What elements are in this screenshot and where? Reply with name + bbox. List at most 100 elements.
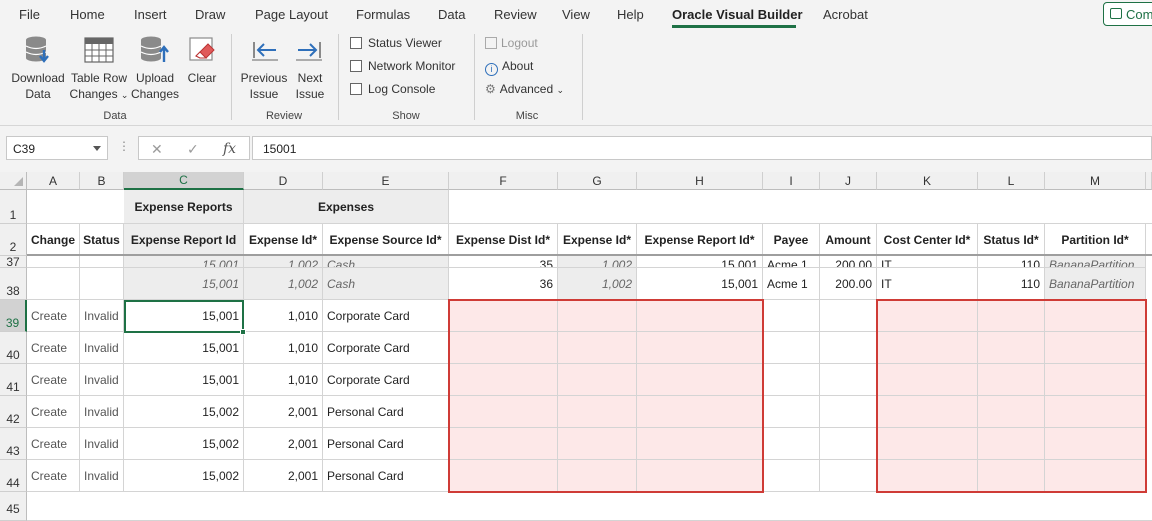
cell[interactable]: [978, 364, 1045, 396]
row-header[interactable]: 45: [0, 492, 27, 521]
header-status-id[interactable]: Status Id*: [978, 224, 1045, 256]
next-issue-button[interactable]: Next Issue: [290, 34, 330, 102]
cell-status[interactable]: Invalid: [80, 428, 124, 460]
cell[interactable]: 15,001: [637, 256, 763, 268]
cell-change[interactable]: Create: [27, 300, 80, 332]
cell[interactable]: [80, 256, 124, 268]
row-header[interactable]: 1: [0, 190, 27, 224]
column-header[interactable]: C: [124, 172, 244, 190]
cell-status[interactable]: Invalid: [80, 332, 124, 364]
cell[interactable]: [763, 300, 820, 332]
cell[interactable]: [558, 396, 637, 428]
cell-status[interactable]: Invalid: [80, 300, 124, 332]
cell[interactable]: [1146, 224, 1152, 256]
cell-source[interactable]: Personal Card: [323, 428, 449, 460]
about-button[interactable]: i About: [485, 59, 533, 76]
cell[interactable]: Acme 1: [763, 256, 820, 268]
menu-view[interactable]: View: [562, 7, 590, 22]
cell-change[interactable]: Create: [27, 332, 80, 364]
cell[interactable]: [877, 300, 978, 332]
cell-expense-id[interactable]: 1,010: [244, 364, 323, 396]
cell-source[interactable]: Corporate Card: [323, 300, 449, 332]
header-expense-report-id[interactable]: Expense Report Id: [124, 224, 244, 256]
table-row-changes-button[interactable]: Table Row Changes ⌄: [68, 34, 130, 103]
cell[interactable]: BananaPartition: [1045, 268, 1146, 300]
cell[interactable]: [820, 300, 877, 332]
cell[interactable]: [449, 300, 558, 332]
cell[interactable]: [877, 460, 978, 492]
cell[interactable]: Cash: [323, 268, 449, 300]
cell-status[interactable]: Invalid: [80, 460, 124, 492]
cell-source[interactable]: Personal Card: [323, 460, 449, 492]
cell[interactable]: [1045, 396, 1146, 428]
cell[interactable]: [449, 364, 558, 396]
cell-report-id[interactable]: 15,002: [124, 428, 244, 460]
column-header[interactable]: F: [449, 172, 558, 190]
cell-expense-id[interactable]: 1,010: [244, 332, 323, 364]
status-viewer-checkbox[interactable]: Status Viewer: [350, 36, 442, 50]
cell-source[interactable]: Personal Card: [323, 396, 449, 428]
cell[interactable]: 36: [449, 268, 558, 300]
group-header-expense-reports[interactable]: Expense Reports: [124, 190, 244, 224]
row-header[interactable]: 38: [0, 268, 27, 300]
header-expense-id[interactable]: Expense Id*: [244, 224, 323, 256]
cell[interactable]: [27, 492, 1152, 521]
menu-file[interactable]: File: [19, 7, 40, 22]
cell[interactable]: [978, 428, 1045, 460]
cell-report-id[interactable]: 15,002: [124, 396, 244, 428]
menu-acrobat[interactable]: Acrobat: [823, 7, 868, 22]
cell-expense-id[interactable]: 2,001: [244, 460, 323, 492]
column-header[interactable]: K: [877, 172, 978, 190]
row-header[interactable]: 40: [0, 332, 27, 364]
comments-button[interactable]: Com: [1103, 2, 1152, 26]
column-header[interactable]: [1146, 172, 1152, 190]
cell[interactable]: [637, 364, 763, 396]
cell[interactable]: [877, 332, 978, 364]
cell[interactable]: [1045, 364, 1146, 396]
logout-button[interactable]: Logout: [485, 36, 538, 50]
menu-formulas[interactable]: Formulas: [356, 7, 410, 22]
row-header[interactable]: 42: [0, 396, 27, 428]
cell-expense-id[interactable]: 2,001: [244, 396, 323, 428]
name-box[interactable]: C39: [6, 136, 108, 160]
group-header-expenses[interactable]: Expenses: [244, 190, 449, 224]
cell[interactable]: [820, 460, 877, 492]
cell[interactable]: IT: [877, 268, 978, 300]
cell[interactable]: [978, 332, 1045, 364]
cell[interactable]: 200.00: [820, 268, 877, 300]
cell[interactable]: [449, 460, 558, 492]
cell-status[interactable]: Invalid: [80, 364, 124, 396]
cell-status[interactable]: Invalid: [80, 396, 124, 428]
cell[interactable]: [763, 396, 820, 428]
cell[interactable]: [637, 460, 763, 492]
cell-change[interactable]: Create: [27, 428, 80, 460]
log-console-checkbox[interactable]: Log Console: [350, 82, 435, 96]
header-partition-id[interactable]: Partition Id*: [1045, 224, 1146, 256]
row-header[interactable]: 37: [0, 256, 27, 268]
cell[interactable]: [820, 332, 877, 364]
enter-icon[interactable]: ✓: [187, 141, 199, 158]
header-expense-id-2[interactable]: Expense Id*: [558, 224, 637, 256]
upload-changes-button[interactable]: Upload Changes: [130, 34, 180, 102]
download-data-button[interactable]: Download Data: [8, 34, 68, 102]
header-status[interactable]: Status: [80, 224, 124, 256]
cell[interactable]: [637, 332, 763, 364]
cell[interactable]: [1045, 428, 1146, 460]
cell[interactable]: [80, 268, 124, 300]
cell-expense-id[interactable]: 1,010: [244, 300, 323, 332]
cell[interactable]: [877, 396, 978, 428]
cell[interactable]: 1,002: [244, 256, 323, 268]
cell[interactable]: 1,002: [244, 268, 323, 300]
cell-change[interactable]: Create: [27, 460, 80, 492]
menu-insert[interactable]: Insert: [134, 7, 167, 22]
cell[interactable]: [637, 428, 763, 460]
cell-report-id[interactable]: 15,001: [124, 364, 244, 396]
menu-data[interactable]: Data: [438, 7, 465, 22]
cell[interactable]: [558, 428, 637, 460]
row-header[interactable]: 44: [0, 460, 27, 492]
column-header[interactable]: G: [558, 172, 637, 190]
cell[interactable]: [1045, 300, 1146, 332]
cell[interactable]: Acme 1: [763, 268, 820, 300]
header-expense-dist-id[interactable]: Expense Dist Id*: [449, 224, 558, 256]
cell[interactable]: [877, 364, 978, 396]
